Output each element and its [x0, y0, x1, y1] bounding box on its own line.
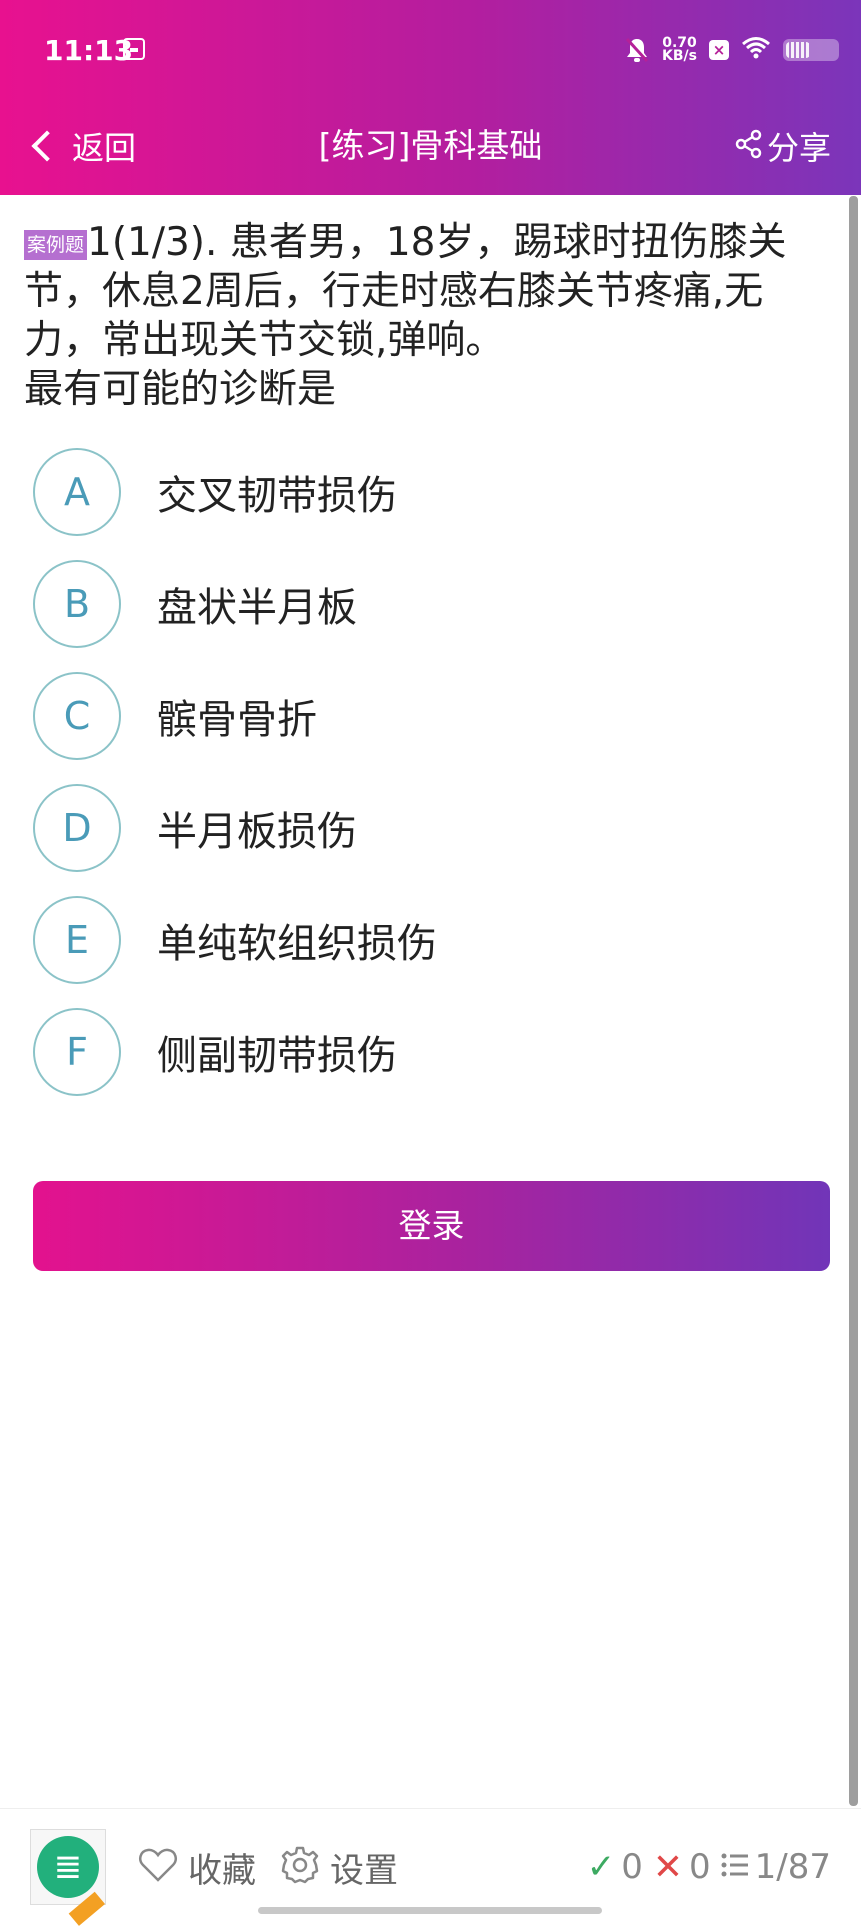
- option-d[interactable]: D 半月板损伤: [24, 772, 834, 884]
- correct-count-value: 0: [621, 1847, 643, 1887]
- question-area: 案例题1(1/3). 患者男，18岁，踢球时扭伤膝关节，休息2周后，行走时感右膝…: [24, 218, 834, 1108]
- gear-icon: [280, 1845, 320, 1889]
- status-time: 11:13: [44, 34, 134, 67]
- option-e[interactable]: E 单纯软组织损伤: [24, 884, 834, 996]
- close-box-icon: ×: [709, 40, 729, 60]
- page-title: [练习]骨科基础: [318, 126, 543, 165]
- option-text: 髌骨骨折: [157, 697, 317, 743]
- battery-icon: [783, 39, 839, 61]
- nav-bar: 返回 [练习]骨科基础 分享: [0, 100, 861, 195]
- status-bar: 11:13 0.70 KB/s ×: [0, 0, 861, 100]
- option-text: 盘状半月板: [157, 585, 357, 631]
- share-button[interactable]: 分享: [735, 118, 831, 174]
- app-logo-mark: ≣: [37, 1836, 99, 1898]
- question-text: 案例题1(1/3). 患者男，18岁，踢球时扭伤膝关节，休息2周后，行走时感右膝…: [24, 218, 834, 414]
- favorite-label: 收藏: [188, 1850, 256, 1891]
- option-text: 半月板损伤: [157, 809, 357, 855]
- option-text: 单纯软组织损伤: [157, 921, 437, 967]
- status-icons: 0.70 KB/s ×: [624, 30, 839, 70]
- option-f[interactable]: F 侧副韧带损伤: [24, 996, 834, 1108]
- wrong-count-value: 0: [689, 1847, 711, 1887]
- option-b[interactable]: B 盘状半月板: [24, 548, 834, 660]
- bell-muted-icon: [624, 36, 650, 64]
- calendar-notification-icon: [123, 38, 145, 60]
- option-a[interactable]: A 交叉韧带损伤: [24, 436, 834, 548]
- checkmark-icon: ✓: [586, 1847, 616, 1887]
- home-indicator[interactable]: [258, 1907, 602, 1914]
- option-letter: D: [33, 784, 121, 872]
- progress-value: 1/87: [754, 1847, 831, 1887]
- share-icon: [735, 129, 763, 163]
- correct-count: ✓ 0: [587, 1847, 643, 1887]
- network-speed-unit: KB/s: [662, 48, 697, 64]
- question-prompt: 最有可能的诊断是: [24, 367, 337, 412]
- option-letter: F: [33, 1008, 121, 1096]
- answer-stats: ✓ 0 ✕ 0 1/87: [587, 1843, 831, 1891]
- scrollbar[interactable]: [849, 196, 858, 1806]
- option-letter: B: [33, 560, 121, 648]
- option-letter: E: [33, 896, 121, 984]
- list-icon: [721, 1847, 749, 1887]
- settings-label: 设置: [330, 1850, 398, 1891]
- bottom-toolbar: ≣ 收藏 设置 ✓ 0 ✕ 0 1/87: [0, 1808, 861, 1926]
- app-header: 11:13 0.70 KB/s × 返回 [练习]骨科基础 分享: [0, 0, 861, 195]
- option-letter: A: [33, 448, 121, 536]
- login-button[interactable]: 登录: [33, 1181, 830, 1271]
- option-text: 交叉韧带损伤: [157, 473, 397, 519]
- answer-options: A 交叉韧带损伤 B 盘状半月板 C 髌骨骨折 D 半月板损伤 E 单纯软组织损…: [24, 436, 834, 1108]
- network-speed: 0.70 KB/s: [662, 36, 697, 64]
- share-label: 分享: [766, 129, 831, 167]
- option-letter: C: [33, 672, 121, 760]
- option-text: 侧副韧带损伤: [157, 1033, 397, 1079]
- case-question-tag: 案例题: [24, 230, 88, 260]
- favorite-button[interactable]: 收藏: [138, 1843, 256, 1891]
- settings-button[interactable]: 设置: [280, 1843, 398, 1891]
- wifi-icon: [741, 36, 771, 64]
- app-logo[interactable]: ≣: [30, 1829, 106, 1926]
- heart-icon: [138, 1847, 178, 1887]
- wrong-count: ✕ 0: [653, 1847, 711, 1888]
- option-c[interactable]: C 髌骨骨折: [24, 660, 834, 772]
- question-list-button[interactable]: 1/87: [721, 1847, 831, 1887]
- question-number: 1(1/3).: [87, 220, 218, 265]
- cross-icon: ✕: [652, 1846, 683, 1888]
